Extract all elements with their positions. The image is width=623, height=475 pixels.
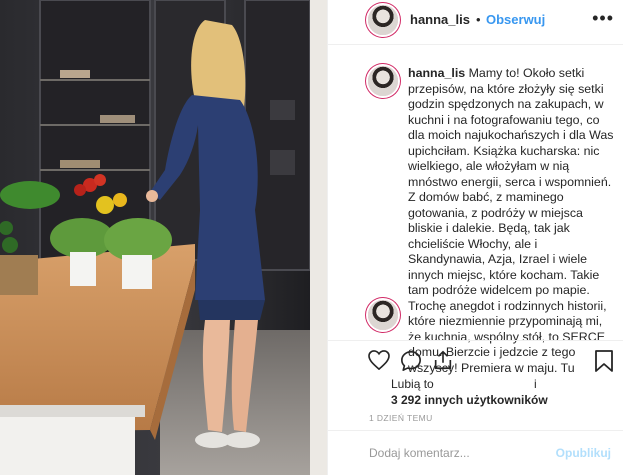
caption-avatar[interactable] (368, 66, 398, 96)
comment-divider (328, 430, 623, 431)
likes-marker: i (534, 377, 537, 391)
heart-icon[interactable] (368, 350, 390, 370)
comment-input[interactable]: Dodaj komentarz... (369, 446, 470, 460)
post-header: hanna_lis • Obserwuj ••• (328, 0, 623, 45)
kitchen-photo-illustration (0, 0, 327, 475)
follow-button[interactable]: Obserwuj (486, 12, 545, 27)
post-timestamp: 1 DZIEŃ TEMU (369, 413, 433, 423)
post-caption: hanna_lis Mamy to! Około setki przepisów… (408, 66, 616, 376)
caption-username[interactable]: hanna_lis (408, 66, 465, 80)
bookmark-icon[interactable] (594, 349, 614, 373)
actions-divider (328, 340, 623, 341)
caption-text: Mamy to! Około setki przepisów, na które… (408, 66, 614, 375)
post-comment-button[interactable]: Opublikuj (556, 446, 611, 460)
post-photo[interactable] (0, 0, 327, 475)
likes-label: Lubią to (391, 377, 434, 391)
more-options-icon[interactable]: ••• (592, 8, 614, 29)
header-username[interactable]: hanna_lis (410, 12, 470, 27)
comment-avatar[interactable] (368, 300, 398, 330)
share-icon[interactable] (432, 349, 454, 371)
post-panel: hanna_lis • Obserwuj ••• hanna_lis Mamy … (327, 0, 623, 475)
avatar[interactable] (368, 5, 398, 35)
separator-dot: • (476, 12, 481, 27)
likes-count[interactable]: 3 292 innych użytkowników (391, 393, 548, 407)
comment-icon[interactable] (400, 350, 422, 372)
